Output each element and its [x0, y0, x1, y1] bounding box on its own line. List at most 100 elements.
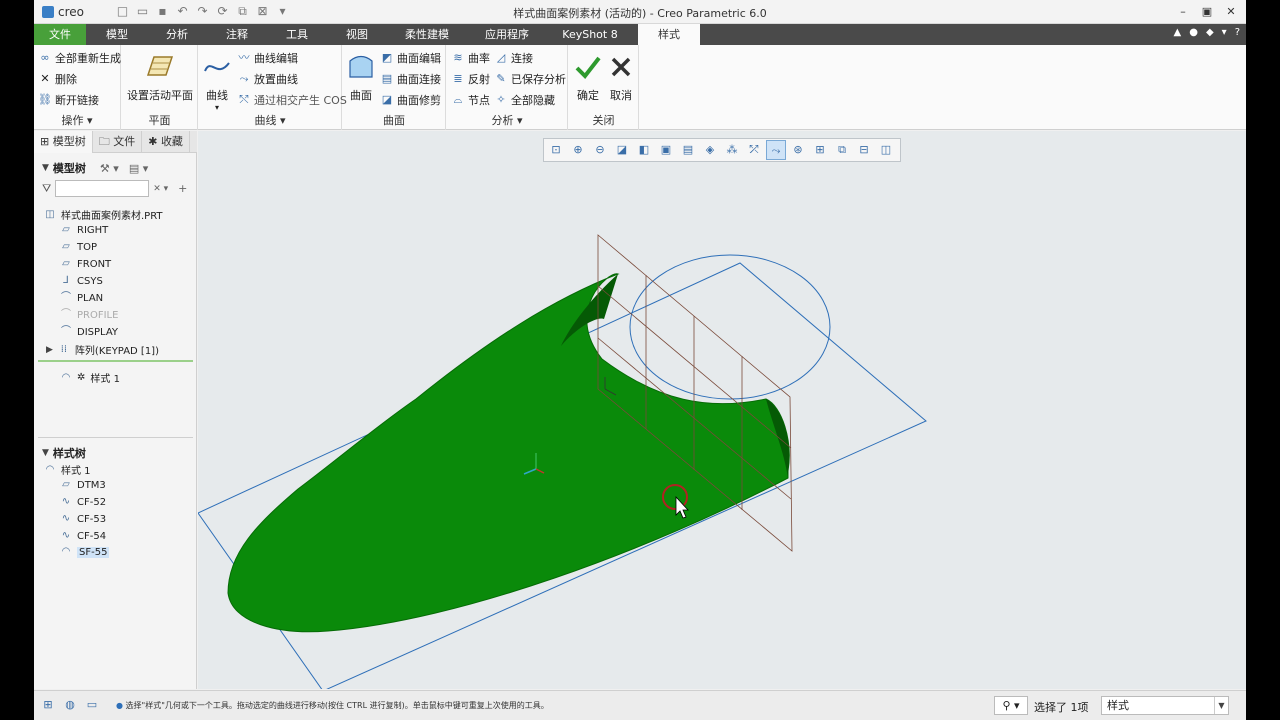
saved-analysis-button[interactable]: ✎ 已保存分析	[494, 71, 566, 87]
model-scene[interactable]	[198, 131, 1246, 689]
tree-item-style-feature[interactable]: ◠ ✲ 样式 1	[60, 370, 120, 386]
style-tree-root[interactable]: ◠ 样式 1	[44, 462, 91, 478]
group-label-analysis[interactable]: 分析 ▾	[447, 112, 567, 128]
tab-annotate[interactable]: 注释	[212, 24, 262, 45]
zoom-out-icon[interactable]: ⊖	[590, 140, 610, 160]
curve-display-icon[interactable]: ⤳	[766, 140, 786, 160]
active-plane-icon[interactable]: ◫	[876, 140, 896, 160]
dropdown-icon[interactable]: ▾	[1222, 27, 1227, 38]
style-item-cf52[interactable]: ∿ CF-52	[60, 496, 106, 508]
tree-columns-icon[interactable]: ▤ ▾	[129, 162, 148, 175]
tree-item-plan[interactable]: ⌒ PLAN	[60, 292, 103, 304]
curve-dropdown-icon[interactable]: ▾	[202, 103, 232, 112]
style-surface-sf55[interactable]	[227, 273, 790, 633]
browser-toggle-icon[interactable]: ◍	[62, 697, 78, 713]
tab-style[interactable]: 样式	[638, 24, 700, 45]
curve-edit-button[interactable]: 〰曲线编辑	[237, 50, 299, 66]
style-tree-header[interactable]: ▼ 样式树	[42, 445, 86, 461]
circle-curve[interactable]	[629, 254, 831, 400]
close-window-icon[interactable]: ⊠	[254, 3, 271, 20]
graphics-viewport[interactable]: ⊡ ⊕ ⊖ ◪ ◧ ▣ ▤ ◈ ⁂ ⤱ ⤳ ⊛ ⊞ ⧉ ⊟ ◫	[198, 131, 1246, 689]
add-icon[interactable]: +	[178, 182, 187, 195]
regenerate-all-button[interactable]: ∞ 全部重新生成	[38, 50, 121, 66]
maximize-button[interactable]: ▣	[1198, 3, 1216, 20]
tab-model[interactable]: 模型	[92, 24, 142, 45]
minimize-button[interactable]: –	[1174, 3, 1192, 20]
find-button[interactable]: ⚲ ▾	[994, 696, 1028, 715]
collapse-ribbon-icon[interactable]: ▲	[1174, 27, 1182, 38]
connect-analysis-button[interactable]: ◿ 连接	[494, 50, 533, 66]
view-manager-icon[interactable]: ▤	[678, 140, 698, 160]
customize-icon[interactable]: ▾	[274, 3, 291, 20]
filter-icon[interactable]: ⛛	[42, 182, 51, 196]
section-icon[interactable]: ⊟	[854, 140, 874, 160]
ok-button[interactable]: 确定	[573, 53, 603, 103]
tab-favorites[interactable]: ✱ 收藏	[142, 131, 190, 153]
tree-settings-icon[interactable]: ⚒ ▾	[100, 162, 119, 175]
tree-item-display[interactable]: ⌒ DISPLAY	[60, 326, 118, 338]
save-icon[interactable]: ▪	[154, 3, 171, 20]
tab-file[interactable]: 文件	[34, 24, 86, 45]
tree-search-input[interactable]	[55, 180, 150, 197]
saved-orientations-icon[interactable]: ▣	[656, 140, 676, 160]
node-button[interactable]: ⌓ 节点	[451, 92, 490, 108]
tree-item-csys[interactable]: ⅃ CSYS	[60, 275, 103, 287]
tree-item-pattern[interactable]: ▶ ⁞⁞ 阵列(KEYPAD [1])	[46, 342, 159, 358]
tab-tools[interactable]: 工具	[272, 24, 322, 45]
annotation-display-icon[interactable]: ⤱	[744, 140, 764, 160]
style-item-cf54[interactable]: ∿ CF-54	[60, 530, 106, 542]
tab-applications[interactable]: 应用程序	[472, 24, 542, 45]
tab-flexible-modeling[interactable]: 柔性建模	[392, 24, 462, 45]
datum-display-icon[interactable]: ⁂	[722, 140, 742, 160]
group-label-curve[interactable]: 曲线 ▾	[199, 112, 341, 128]
display-style-icon[interactable]: ◧	[634, 140, 654, 160]
tab-folder-browser[interactable]: 🗀 文件	[93, 131, 143, 153]
surface-edit-button[interactable]: ◩ 曲面编辑	[380, 50, 441, 66]
group-label-operations[interactable]: 操作 ▾	[34, 112, 120, 128]
tab-keyshot[interactable]: KeyShot 8	[552, 24, 628, 45]
cos-button[interactable]: ⤲ 通过相交产生 COS	[237, 92, 347, 108]
set-active-plane-button[interactable]: 设置活动平面	[126, 53, 194, 103]
user-icon[interactable]: ●	[1189, 27, 1198, 38]
regenerate-icon[interactable]: ⟳	[214, 3, 231, 20]
style-item-sf55[interactable]: ◠ SF-55	[60, 546, 110, 558]
selection-filter[interactable]: 样式 ▼	[1101, 696, 1229, 715]
close-button[interactable]: ✕	[1222, 3, 1240, 20]
delete-button[interactable]: ✕ 删除	[38, 71, 77, 87]
windows-icon[interactable]: ⧉	[234, 3, 251, 20]
model-tree-root[interactable]: ◫ 样式曲面案例素材.PRT	[44, 207, 162, 223]
place-curve-button[interactable]: ⤳ 放置曲线	[237, 71, 298, 87]
open-file-icon[interactable]: ▭	[134, 3, 151, 20]
surface-button[interactable]: 曲面	[346, 53, 376, 103]
repaint-icon[interactable]: ◪	[612, 140, 632, 160]
tree-item-profile[interactable]: ⌒ PROFILE	[60, 309, 118, 321]
expand-icon[interactable]: ▶	[46, 345, 53, 355]
navigator-toggle-icon[interactable]: ⊞	[40, 697, 56, 713]
curve-button[interactable]: 曲线 ▾	[202, 53, 232, 112]
perspective-icon[interactable]: ◈	[700, 140, 720, 160]
tab-model-tree[interactable]: ⊞ 模型树	[34, 131, 93, 153]
tab-view[interactable]: 视图	[332, 24, 382, 45]
redo-icon[interactable]: ↷	[194, 3, 211, 20]
cancel-button[interactable]: 取消	[606, 53, 636, 103]
style-item-dtm3[interactable]: ▱ DTM3	[60, 479, 106, 491]
tree-item-front[interactable]: ▱ FRONT	[60, 258, 111, 270]
undo-icon[interactable]: ↶	[174, 3, 191, 20]
surface-connect-button[interactable]: ▤ 曲面连接	[380, 71, 441, 87]
new-file-icon[interactable]: □	[114, 3, 131, 20]
zoom-in-icon[interactable]: ⊕	[568, 140, 588, 160]
spin-center-icon[interactable]: ⊛	[788, 140, 808, 160]
grid-icon[interactable]: ⊞	[810, 140, 830, 160]
break-link-button[interactable]: ⛓ 断开链接	[38, 92, 99, 108]
refit-icon[interactable]: ⊡	[546, 140, 566, 160]
plane-display-icon[interactable]: ⧉	[832, 140, 852, 160]
fullscreen-icon[interactable]: ▭	[84, 697, 100, 713]
model-tree-header[interactable]: ▼ 模型树 ⚒ ▾ ▤ ▾	[42, 160, 148, 176]
help-icon[interactable]: ?	[1235, 27, 1240, 38]
tab-analysis[interactable]: 分析	[152, 24, 202, 45]
tree-item-right[interactable]: ▱ RIGHT	[60, 224, 108, 236]
curvature-button[interactable]: ≋ 曲率	[451, 50, 490, 66]
clear-search-icon[interactable]: ✕ ▾	[153, 184, 168, 194]
tree-item-top[interactable]: ▱ TOP	[60, 241, 97, 253]
style-item-cf53[interactable]: ∿ CF-53	[60, 513, 106, 525]
